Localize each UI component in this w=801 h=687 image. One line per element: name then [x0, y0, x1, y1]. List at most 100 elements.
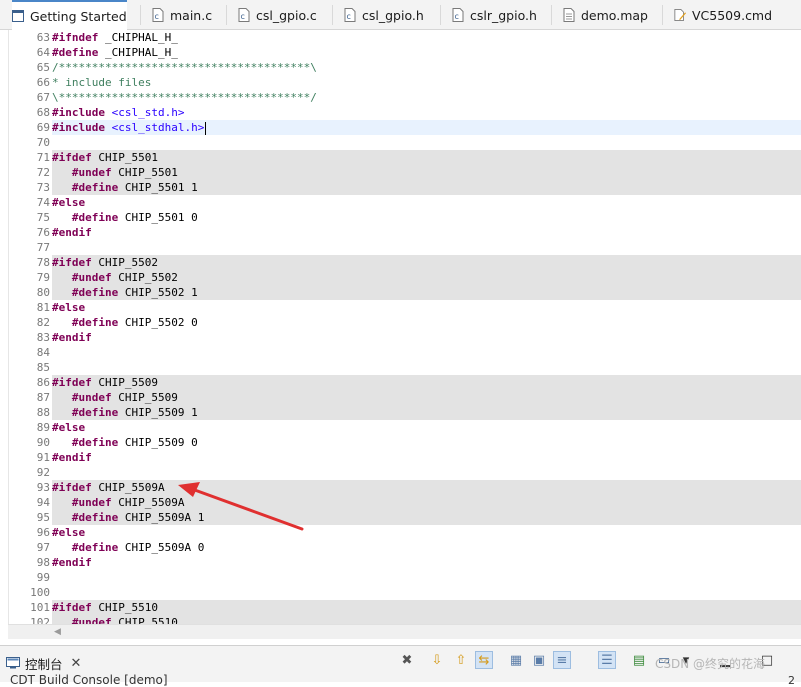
code-text: #define CHIP_5509A 0: [71, 541, 205, 554]
horizontal-scrollbar[interactable]: ◀: [8, 624, 801, 639]
code-line[interactable]: 80 #define CHIP_5502 1: [9, 285, 801, 300]
code-line[interactable]: 96 #else: [9, 525, 801, 540]
code-text: #define CHIP_5502 0: [71, 316, 198, 329]
line-number: 69: [36, 121, 50, 134]
code-line[interactable]: 78 #ifdef CHIP_5502: [9, 255, 801, 270]
new-console-icon[interactable]: ▤: [630, 651, 648, 669]
code-text: #endif: [52, 331, 92, 344]
tab-cslr-gpio-h[interactable]: c cslr_gpio.h: [452, 0, 537, 30]
clear-console-icon[interactable]: ▦: [507, 651, 525, 669]
tab-console[interactable]: 控制台 ✕: [6, 652, 81, 674]
line-number: 96: [36, 526, 50, 539]
line-number: 77: [36, 241, 50, 254]
line-number: 93: [36, 481, 50, 494]
console-edge-number: 2: [788, 674, 795, 687]
line-number: 74: [36, 196, 50, 209]
code-text: #else: [52, 196, 86, 209]
tab-demo-map[interactable]: demo.map: [563, 0, 648, 30]
code-line[interactable]: 85: [9, 360, 801, 375]
tab-csl-gpio-h[interactable]: c csl_gpio.h: [344, 0, 424, 30]
tab-csl-gpio-c[interactable]: c csl_gpio.c: [238, 0, 317, 30]
code-line[interactable]: 79 #undef CHIP_5502: [9, 270, 801, 285]
code-line[interactable]: 65/*************************************…: [9, 60, 801, 75]
code-line[interactable]: 74 #else: [9, 195, 801, 210]
code-text: #undef CHIP_5510: [52, 615, 801, 624]
code-line[interactable]: 97 #define CHIP_5509A 0: [9, 540, 801, 555]
scroll-up-icon[interactable]: ⇧: [452, 651, 470, 669]
code-text: #else: [52, 301, 86, 314]
code-line[interactable]: 70: [9, 135, 801, 150]
code-line[interactable]: 68 #include <csl_std.h>: [9, 105, 801, 120]
show-console-icon[interactable]: ☰: [598, 651, 616, 669]
line-number: 78: [36, 256, 50, 269]
code-line[interactable]: 84: [9, 345, 801, 360]
line-number: 72: [36, 166, 50, 179]
line-number: 102: [30, 616, 50, 624]
code-line[interactable]: 69 #include <csl_stdhal.h>: [9, 120, 801, 135]
code-line[interactable]: 67 \*************************************…: [9, 90, 801, 105]
window-icon: [12, 9, 24, 23]
word-wrap-icon[interactable]: ≡: [553, 651, 571, 669]
line-number: 86: [36, 376, 50, 389]
code-line[interactable]: 87 #undef CHIP_5509: [9, 390, 801, 405]
line-number: 73: [36, 181, 50, 194]
scroll-left-icon[interactable]: ◀: [54, 627, 61, 637]
code-line[interactable]: 66 * include files: [9, 75, 801, 90]
tab-vc5509-cmd[interactable]: VC5509.cmd: [674, 0, 772, 30]
tab-divider: [140, 5, 141, 25]
code-line[interactable]: 94 #undef CHIP_5509A: [9, 495, 801, 510]
code-line[interactable]: 93 #ifdef CHIP_5509A: [9, 480, 801, 495]
code-line[interactable]: 83 #endif: [9, 330, 801, 345]
code-line[interactable]: 86 #ifdef CHIP_5509: [9, 375, 801, 390]
c-file-icon: c: [452, 8, 464, 22]
code-line[interactable]: 99: [9, 570, 801, 585]
scroll-down-icon[interactable]: ⇩: [428, 651, 446, 669]
code-line[interactable]: 76 #endif: [9, 225, 801, 240]
console-tab-label: 控制台: [25, 656, 63, 672]
code-line[interactable]: 75 #define CHIP_5501 0: [9, 210, 801, 225]
code-editor[interactable]: 63 #ifndef _CHIPHAL_H_ 64 #define _CHIPHAL_…: [8, 30, 801, 624]
tab-divider: [551, 5, 552, 25]
code-line[interactable]: 92: [9, 465, 801, 480]
close-icon[interactable]: ✕: [71, 656, 82, 671]
code-line[interactable]: 100: [9, 585, 801, 600]
code-line[interactable]: 64 #define _CHIPHAL_H_: [9, 45, 801, 60]
code-line[interactable]: 91 #endif: [9, 450, 801, 465]
line-number: 97: [36, 541, 50, 554]
code-line[interactable]: 95 #define CHIP_5509A 1: [9, 510, 801, 525]
remove-all-icon[interactable]: ✖: [398, 651, 416, 669]
code-text: #define _CHIPHAL_H_: [52, 46, 178, 59]
code-line[interactable]: 88 #define CHIP_5509 1: [9, 405, 801, 420]
line-number: 79: [36, 271, 50, 284]
code-text: #undef CHIP_5509A: [52, 495, 801, 510]
tab-main-c[interactable]: c main.c: [152, 0, 212, 30]
code-line[interactable]: 98 #endif: [9, 555, 801, 570]
line-number: 90: [36, 436, 50, 449]
code-line[interactable]: 102 #undef CHIP_5510: [9, 615, 801, 624]
code-text: #ifdef CHIP_5510: [52, 600, 801, 615]
pin-console-icon[interactable]: ▣: [530, 651, 548, 669]
code-line[interactable]: 72 #undef CHIP_5501: [9, 165, 801, 180]
code-text: \**************************************/: [52, 91, 317, 104]
svg-text:c: c: [347, 12, 351, 21]
tab-label: Getting Started: [30, 8, 127, 24]
code-line[interactable]: 82 #define CHIP_5502 0: [9, 315, 801, 330]
code-line[interactable]: 101 #ifdef CHIP_5510: [9, 600, 801, 615]
scroll-lock-icon[interactable]: ⇆: [475, 651, 493, 669]
tab-getting-started[interactable]: Getting Started: [12, 0, 127, 30]
line-number: 98: [36, 556, 50, 569]
code-line[interactable]: 77: [9, 240, 801, 255]
line-number: 65: [36, 61, 50, 74]
tab-label: VC5509.cmd: [692, 7, 773, 23]
code-text: #endif: [52, 556, 92, 569]
code-line[interactable]: 81 #else: [9, 300, 801, 315]
code-line[interactable]: 89 #else: [9, 420, 801, 435]
code-text: #define CHIP_5502 1: [52, 285, 801, 300]
code-line[interactable]: 90 #define CHIP_5509 0: [9, 435, 801, 450]
code-line[interactable]: 71 #ifdef CHIP_5501: [9, 150, 801, 165]
line-number: 94: [36, 496, 50, 509]
code-line[interactable]: 73 #define CHIP_5501 1: [9, 180, 801, 195]
code-line[interactable]: 63 #ifndef _CHIPHAL_H_: [9, 30, 801, 45]
